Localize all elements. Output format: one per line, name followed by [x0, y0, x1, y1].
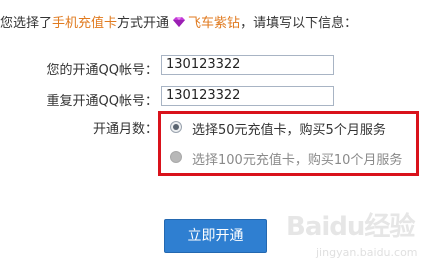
- baidu-jingyan-logo: Baidu经验: [286, 212, 415, 242]
- intro-suffix: ，请填写以下信息：: [240, 16, 358, 31]
- qq-account-input[interactable]: 130123322: [161, 55, 334, 75]
- purple-diamond-icon: [172, 16, 186, 28]
- intro-middle: 方式开通: [117, 16, 170, 31]
- submit-button[interactable]: 立即开通: [164, 219, 267, 253]
- qq-account-label: 您的开通QQ帐号：: [46, 63, 158, 78]
- radio-button[interactable]: [170, 151, 182, 163]
- highlight-box: 选择50元充值卡，购买5个月服务 选择100元充值卡，购买10个月服务: [158, 111, 419, 176]
- intro-text: 您选择了手机充值卡方式开通 飞车紫钻，请填写以下信息：: [0, 12, 357, 31]
- option-label: 选择100元充值卡，购买10个月服务: [192, 153, 403, 168]
- watermark: Baidu经验 jingyan.baidu.com: [286, 200, 428, 271]
- radio-button-selected[interactable]: [170, 121, 182, 133]
- watermark-url: jingyan.baidu.com: [316, 246, 418, 259]
- qq-account-repeat-label: 重复开通QQ帐号：: [46, 94, 158, 109]
- payment-method-text: 手机充值卡: [52, 16, 118, 31]
- service-name-text: 飞车紫钻: [188, 16, 241, 31]
- qq-account-repeat-input[interactable]: 130123322: [161, 86, 334, 106]
- intro-prefix: 您选择了: [0, 16, 53, 31]
- months-label: 开通月数：: [92, 122, 158, 137]
- option-label: 选择50元充值卡，购买5个月服务: [192, 123, 386, 138]
